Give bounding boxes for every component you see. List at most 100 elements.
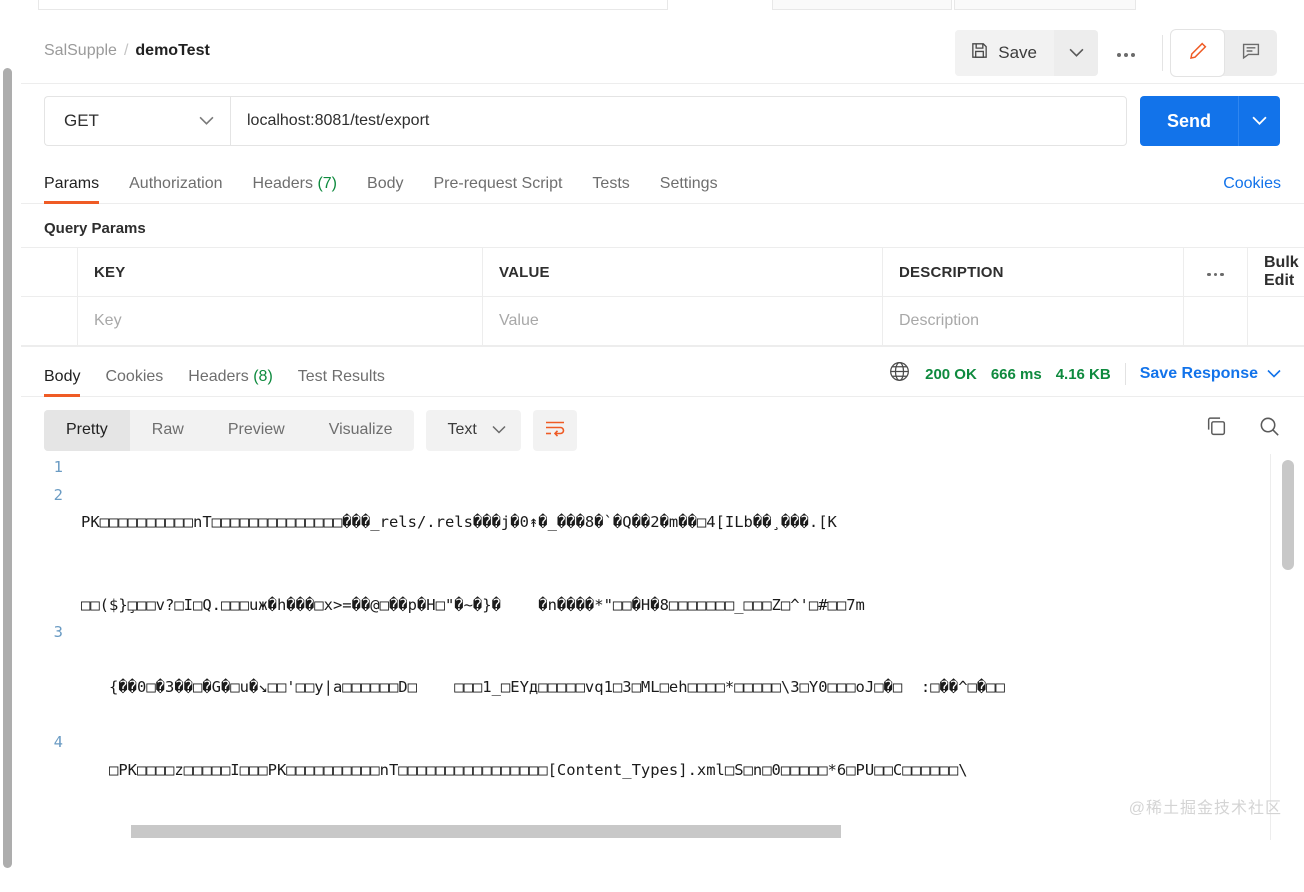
view-mode-raw[interactable]: Raw bbox=[130, 410, 206, 451]
http-method-select[interactable]: GET bbox=[44, 96, 230, 146]
code-line: □PK□□□□z□□□□□I□□□PK□□□□□□□□□□nT□□□□□□□□□… bbox=[81, 760, 968, 779]
column-header-key-label: KEY bbox=[94, 263, 126, 281]
pencil-icon bbox=[1188, 41, 1208, 66]
response-format-select[interactable]: Text bbox=[426, 409, 521, 451]
view-mode-preview[interactable]: Preview bbox=[206, 410, 307, 451]
header-actions: Save bbox=[955, 30, 1277, 76]
line-number bbox=[21, 537, 63, 565]
floppy-disk-icon bbox=[970, 41, 989, 65]
tab-stub-tertiary[interactable] bbox=[954, 0, 1136, 10]
response-tab-test-results[interactable]: Test Results bbox=[298, 368, 385, 396]
search-icon[interactable] bbox=[1258, 415, 1281, 438]
chevron-down-icon bbox=[1252, 112, 1267, 130]
send-button[interactable]: Send bbox=[1139, 96, 1238, 146]
send-button-group: Send bbox=[1139, 96, 1280, 146]
row-options-cell[interactable] bbox=[1184, 297, 1248, 345]
param-value-input[interactable]: Value bbox=[483, 297, 883, 345]
globe-icon[interactable] bbox=[888, 360, 911, 388]
send-options-button[interactable] bbox=[1238, 96, 1280, 146]
chevron-down-icon bbox=[199, 112, 214, 130]
sidebar-scrollbar-track[interactable] bbox=[0, 0, 14, 892]
tab-headers[interactable]: Headers (7) bbox=[253, 175, 338, 203]
line-number bbox=[21, 674, 63, 702]
browser-tab-strip bbox=[0, 0, 1304, 12]
save-button-group: Save bbox=[955, 30, 1098, 76]
code-line: □□($}̧□□□v?□I□Q.□□□uж�h���□x>=��@□��p�H□… bbox=[81, 595, 865, 614]
view-mode-preview-label: Preview bbox=[227, 421, 285, 438]
line-number bbox=[21, 509, 63, 537]
view-mode-raw-label: Raw bbox=[151, 421, 184, 438]
param-description-input[interactable]: Description bbox=[883, 297, 1184, 345]
view-mode-pretty[interactable]: Pretty bbox=[44, 409, 130, 451]
select-all-checkbox-cell[interactable] bbox=[21, 248, 78, 296]
tab-tests-label: Tests bbox=[592, 175, 630, 192]
tab-pre-request-script[interactable]: Pre-request Script bbox=[433, 175, 562, 203]
line-number bbox=[21, 812, 63, 840]
response-tab-test-results-label: Test Results bbox=[297, 368, 385, 385]
line-number bbox=[21, 839, 63, 840]
cookies-link[interactable]: Cookies bbox=[1223, 175, 1281, 193]
view-mode-pretty-label: Pretty bbox=[66, 421, 108, 438]
table-options-button[interactable] bbox=[1184, 248, 1248, 296]
response-section: Body Cookies Headers (8) Test Results 20… bbox=[21, 346, 1304, 840]
save-options-button[interactable] bbox=[1054, 30, 1098, 76]
copy-icon[interactable] bbox=[1205, 415, 1228, 438]
line-number-gutter: 1 2 3 4 bbox=[21, 454, 63, 840]
save-button[interactable]: Save bbox=[955, 30, 1054, 76]
row-trailing-cell bbox=[1248, 297, 1304, 345]
param-key-input[interactable]: Key bbox=[78, 297, 483, 345]
more-actions-button[interactable] bbox=[1098, 30, 1154, 76]
line-number bbox=[21, 592, 63, 620]
tab-settings-label: Settings bbox=[659, 175, 718, 192]
save-response-button[interactable]: Save Response bbox=[1140, 365, 1281, 383]
code-vertical-scrollbar[interactable] bbox=[1282, 460, 1294, 570]
breadcrumb: SalSupple / demoTest bbox=[44, 42, 210, 60]
response-tab-cookies[interactable]: Cookies bbox=[105, 368, 163, 396]
save-button-label: Save bbox=[998, 43, 1037, 62]
tab-body[interactable]: Body bbox=[367, 175, 403, 203]
header-divider bbox=[1162, 35, 1163, 71]
word-wrap-button[interactable] bbox=[532, 409, 577, 451]
code-horizontal-scrollbar[interactable] bbox=[131, 825, 841, 838]
response-tab-cookies-label: Cookies bbox=[105, 368, 164, 385]
column-header-key: KEY bbox=[78, 248, 483, 296]
tab-stub-secondary[interactable] bbox=[772, 0, 952, 10]
line-number: 2 bbox=[53, 485, 63, 504]
view-mode-visualize[interactable]: Visualize bbox=[307, 410, 415, 451]
tab-stub-request[interactable] bbox=[38, 0, 668, 10]
meta-divider bbox=[1124, 363, 1126, 385]
bulk-edit-label: Bulk Edit bbox=[1264, 254, 1299, 289]
tab-headers-count: (7) bbox=[317, 175, 338, 192]
comments-button[interactable] bbox=[1224, 30, 1277, 76]
edit-mode-button[interactable] bbox=[1171, 30, 1224, 76]
tab-tests[interactable]: Tests bbox=[592, 175, 629, 203]
response-view-mode-group: Pretty Raw Preview Visualize bbox=[44, 409, 415, 451]
response-tab-body-label: Body bbox=[44, 368, 81, 385]
code-line: {��0□�3��□�G�□u�↘□□'□□y|a□□□□□□D□ □□□1_□… bbox=[81, 678, 1005, 696]
tab-pre-request-script-label: Pre-request Script bbox=[433, 175, 563, 192]
breadcrumb-collection[interactable]: SalSupple bbox=[44, 42, 117, 60]
response-tab-headers[interactable]: Headers (8) bbox=[188, 368, 273, 396]
bulk-edit-button[interactable]: Bulk Edit bbox=[1248, 248, 1304, 296]
param-description-placeholder: Description bbox=[899, 312, 980, 329]
tab-params[interactable]: Params bbox=[44, 175, 100, 204]
query-params-title: Query Params bbox=[44, 220, 146, 237]
tab-authorization[interactable]: Authorization bbox=[129, 175, 222, 203]
word-wrap-icon bbox=[544, 419, 566, 442]
response-tab-headers-count: (8) bbox=[253, 368, 273, 385]
query-params-table: KEY VALUE DESCRIPTION Bulk Edit Key Valu… bbox=[21, 247, 1304, 346]
line-number bbox=[21, 757, 63, 785]
sidebar-scrollbar-thumb[interactable] bbox=[3, 68, 12, 868]
line-number bbox=[21, 647, 63, 675]
request-url-text: localhost:8081/test/export bbox=[247, 112, 430, 129]
response-format-label: Text bbox=[447, 421, 477, 438]
response-tab-body[interactable]: Body bbox=[44, 368, 81, 397]
row-checkbox-cell[interactable] bbox=[21, 297, 78, 345]
view-toggle-group bbox=[1171, 30, 1277, 76]
status-code: 200 OK bbox=[925, 365, 977, 383]
code-line: {�X�%����]□8�R� bbox=[81, 839, 1008, 840]
breadcrumb-request-name[interactable]: demoTest bbox=[135, 42, 209, 60]
response-body-viewer[interactable]: 1 2 3 4 PK□□□□□□□□□□nT□□□□□□□□□□□□□□���_… bbox=[21, 454, 1304, 840]
request-url-input[interactable]: localhost:8081/test/export bbox=[230, 96, 1127, 146]
tab-settings[interactable]: Settings bbox=[660, 175, 718, 203]
